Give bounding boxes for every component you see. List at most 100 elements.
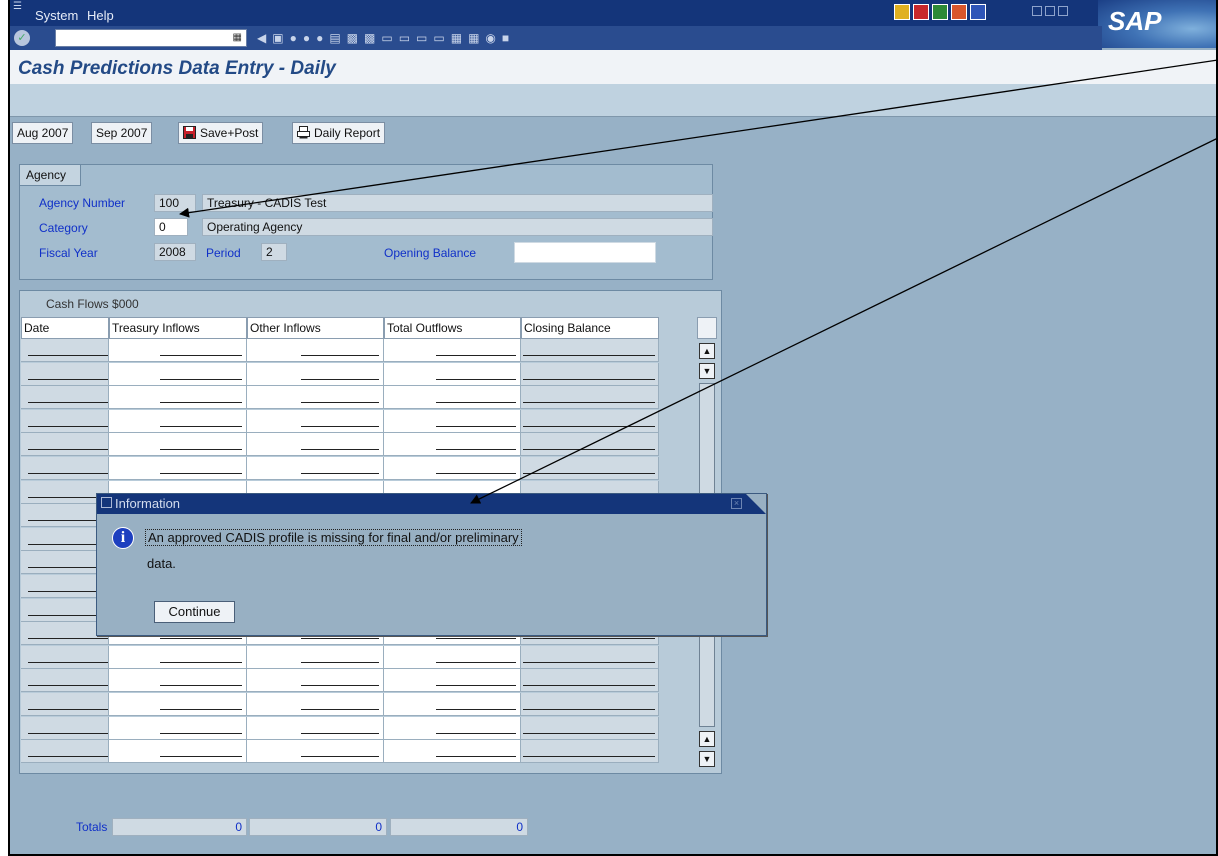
table-cell[interactable] — [247, 645, 384, 669]
dialog-system-icon[interactable] — [101, 497, 112, 508]
column-header-other-inflows[interactable]: Other Inflows — [247, 317, 384, 339]
dialog-close-icon[interactable]: × — [731, 498, 742, 509]
column-header-treasury-inflows[interactable]: Treasury Inflows — [109, 317, 247, 339]
close-window-icon[interactable] — [1058, 6, 1068, 16]
period-field: 2 — [261, 243, 287, 261]
save-icon[interactable]: ▣ — [272, 31, 283, 45]
table-cell[interactable] — [247, 669, 384, 693]
next-page-icon[interactable]: ▭ — [416, 31, 427, 45]
table-cell[interactable] — [109, 433, 247, 457]
exit-icon[interactable]: ● — [303, 31, 310, 45]
total-other-inflows: 0 — [249, 818, 387, 836]
table-cell[interactable] — [384, 339, 521, 362]
back-arrow-icon[interactable]: ◀ — [257, 31, 266, 45]
table-cell[interactable] — [384, 433, 521, 457]
column-header-total-outflows[interactable]: Total Outflows — [384, 317, 521, 339]
sap-logo: SAP — [1098, 0, 1216, 48]
table-cell[interactable] — [21, 386, 109, 410]
table-cell[interactable] — [21, 645, 109, 669]
table-cell[interactable] — [384, 409, 521, 433]
table-cell[interactable] — [384, 457, 521, 480]
app-layout-icon[interactable] — [894, 4, 910, 20]
daily-report-button[interactable]: Daily Report — [292, 122, 386, 144]
table-cell[interactable] — [247, 716, 384, 740]
command-field[interactable]: ▦ — [55, 29, 247, 47]
table-cell[interactable] — [247, 362, 384, 386]
table-cell[interactable] — [109, 386, 247, 410]
cancel-icon[interactable]: ● — [316, 31, 323, 45]
table-cell[interactable] — [109, 409, 247, 433]
minimize-icon[interactable] — [1032, 6, 1042, 16]
command-history-icon[interactable]: ▦ — [233, 32, 242, 43]
table-cell[interactable] — [21, 339, 109, 362]
table-cell[interactable] — [21, 669, 109, 693]
find-icon[interactable]: ▩ — [347, 31, 358, 45]
last-page-icon[interactable]: ▭ — [433, 31, 444, 45]
table-cell[interactable] — [247, 409, 384, 433]
new-session-icon[interactable]: ▦ — [451, 31, 462, 45]
sep-2007-button[interactable]: Sep 2007 — [91, 122, 153, 144]
table-cell[interactable] — [109, 457, 247, 480]
table-cell[interactable] — [109, 716, 247, 740]
layout-menu-icon[interactable]: ■ — [502, 31, 509, 45]
menu-help[interactable]: Help — [87, 8, 114, 23]
page-title: Cash Predictions Data Entry - Daily — [18, 58, 336, 79]
page-down-button[interactable]: ▲ — [699, 731, 715, 747]
table-cell[interactable] — [21, 433, 109, 457]
category-input[interactable]: 0 — [154, 218, 188, 236]
information-dialog: Information × i An approved CADIS profil… — [96, 493, 767, 636]
scroll-up-button[interactable]: ▲ — [699, 343, 715, 359]
green-back-icon[interactable]: ● — [290, 31, 297, 45]
column-header-date[interactable]: Date — [21, 317, 109, 339]
table-cell[interactable] — [384, 693, 521, 716]
table-cell[interactable] — [384, 362, 521, 386]
shortcut-icon[interactable]: ▦ — [468, 31, 479, 45]
table-cell[interactable] — [247, 433, 384, 457]
table-cell[interactable] — [109, 740, 247, 764]
window-system-icon[interactable]: ☰ — [13, 1, 22, 12]
table-cell[interactable] — [21, 457, 109, 480]
table-cell[interactable] — [384, 386, 521, 410]
opening-balance-field[interactable] — [514, 242, 656, 263]
save-post-button[interactable]: Save+Post — [178, 122, 264, 144]
aug-2007-button[interactable]: Aug 2007 — [12, 122, 74, 144]
table-cell[interactable] — [21, 740, 109, 764]
table-cell[interactable] — [109, 693, 247, 716]
menu-system[interactable]: System — [35, 8, 78, 23]
table-cell[interactable] — [109, 362, 247, 386]
page-up-button[interactable]: ▼ — [699, 363, 715, 379]
table-cell[interactable] — [384, 669, 521, 693]
table-cell[interactable] — [109, 645, 247, 669]
print-icon[interactable]: ▤ — [329, 31, 340, 45]
table-cell[interactable] — [109, 669, 247, 693]
table-cell[interactable] — [247, 693, 384, 716]
table-cell[interactable] — [384, 645, 521, 669]
excel-icon[interactable] — [932, 4, 948, 20]
scroll-down-button[interactable]: ▼ — [699, 751, 715, 767]
table-cell[interactable] — [21, 362, 109, 386]
total-outflows: 0 — [390, 818, 528, 836]
first-page-icon[interactable]: ▭ — [381, 31, 392, 45]
table-cell[interactable] — [247, 457, 384, 480]
column-settings-button[interactable] — [697, 317, 717, 339]
previous-page-icon[interactable]: ▭ — [399, 31, 410, 45]
table-cell[interactable] — [21, 693, 109, 716]
table-cell[interactable] — [247, 740, 384, 764]
word-icon[interactable] — [970, 4, 986, 20]
continue-button[interactable]: Continue — [154, 601, 235, 623]
column-header-closing-balance[interactable]: Closing Balance — [521, 317, 659, 339]
totals-label: Totals — [76, 820, 108, 834]
powerpoint-icon[interactable] — [951, 4, 967, 20]
table-cell[interactable] — [247, 339, 384, 362]
table-cell[interactable] — [21, 716, 109, 740]
help-icon[interactable]: ◉ — [485, 31, 495, 45]
acrobat-icon[interactable] — [913, 4, 929, 20]
table-cell[interactable] — [21, 409, 109, 433]
checkmark-icon[interactable]: ✓ — [14, 30, 30, 46]
find-next-icon[interactable]: ▩ — [364, 31, 375, 45]
maximize-icon[interactable] — [1045, 6, 1055, 16]
table-cell[interactable] — [384, 740, 521, 764]
table-cell[interactable] — [247, 386, 384, 410]
table-cell[interactable] — [109, 339, 247, 362]
table-cell[interactable] — [384, 716, 521, 740]
